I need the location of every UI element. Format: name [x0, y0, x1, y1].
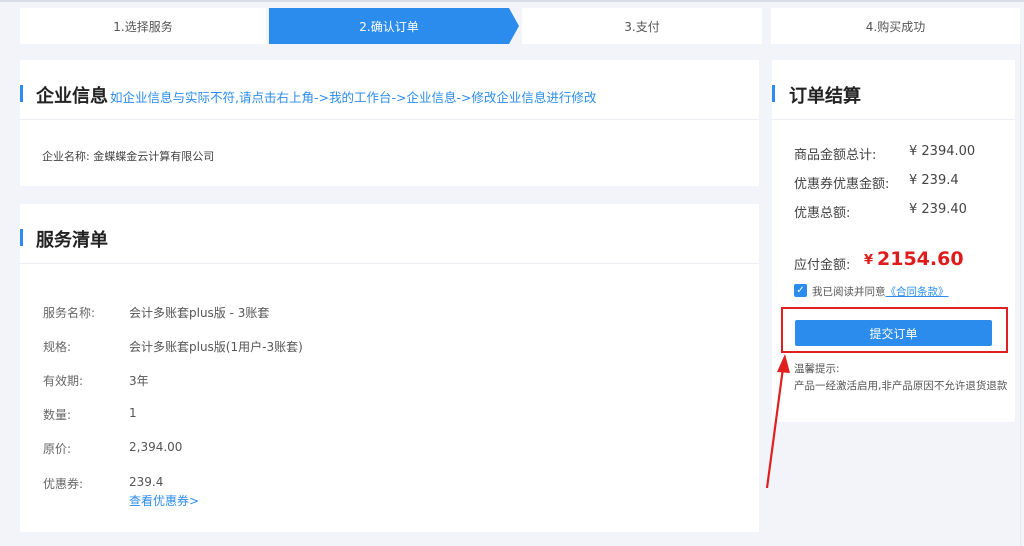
payable-amount: 2154.60: [877, 248, 964, 270]
divider: [772, 119, 1015, 120]
agree-label: 我已阅读并同意: [812, 286, 886, 298]
coupon-discount-label: 优惠券优惠金额:: [794, 177, 890, 192]
spec-label: 规格:: [43, 340, 72, 354]
step-label: 4.购买成功: [865, 19, 926, 34]
step-confirm-order: 2.确认订单: [269, 8, 509, 44]
coupon-value: 239.4: [129, 475, 164, 489]
validity-label: 有效期:: [43, 374, 84, 388]
step-success: 4.购买成功: [771, 8, 1020, 44]
step-label: 3.支付: [624, 19, 660, 34]
total-discount-label: 优惠总额:: [794, 206, 851, 221]
company-info-card: 企业信息 如企业信息与实际不符,请点击右上角->我的工作台->企业信息->修改企…: [20, 60, 759, 186]
original-price-value: 2,394.00: [129, 440, 183, 454]
original-price-label: 原价:: [43, 442, 72, 456]
validity-value: 3年: [129, 374, 149, 388]
coupon-label: 优惠券:: [43, 477, 84, 491]
step-select-service: 1.选择服务: [20, 8, 266, 44]
divider: [20, 119, 759, 120]
view-coupons-link[interactable]: 查看优惠券>: [129, 492, 199, 509]
service-name-label: 服务名称:: [43, 306, 96, 320]
agree-text: 我已阅读并同意《合同条款》: [812, 284, 949, 299]
quantity-label: 数量:: [43, 408, 72, 422]
section-marker: [20, 229, 23, 246]
service-name-value: 会计多账套plus版 - 3账套: [129, 306, 270, 320]
step-pay: 3.支付: [522, 8, 762, 44]
agree-checkbox[interactable]: ✓: [794, 284, 807, 297]
step-label: 2.确认订单: [359, 19, 419, 34]
divider: [20, 263, 759, 264]
company-info-title: 企业信息: [36, 86, 108, 107]
goods-total-label: 商品金额总计:: [794, 148, 877, 163]
submit-highlight-box: [781, 307, 1008, 353]
payable-label: 应付金额:: [794, 258, 851, 273]
section-marker: [772, 85, 775, 102]
top-rule: [0, 0, 1024, 2]
tips-title: 温馨提示:: [794, 363, 840, 375]
order-summary-title: 订单结算: [789, 86, 861, 107]
payable-currency: ¥: [864, 253, 874, 268]
step-label: 1.选择服务: [113, 19, 173, 34]
tips-text: 产品一经激活启用,非产品原因不允许退货退款: [794, 380, 1008, 392]
service-list-card: 服务清单 服务名称: 会计多账套plus版 - 3账套 规格: 会计多账套plu…: [20, 204, 759, 532]
edge-line: [1020, 44, 1021, 546]
coupon-discount-value: ¥ 239.4: [909, 173, 959, 188]
section-marker: [20, 85, 23, 102]
order-summary-card: 订单结算 商品金额总计: ¥ 2394.00 优惠券优惠金额: ¥ 239.4 …: [772, 60, 1015, 422]
company-info-hint: 如企业信息与实际不符,请点击右上角->我的工作台->企业信息->修改企业信息进行…: [110, 90, 597, 105]
goods-total-value: ¥ 2394.00: [909, 144, 976, 159]
tips: 温馨提示: 产品一经激活启用,非产品原因不允许退货退款: [794, 361, 1007, 395]
step-active-arrow: [509, 8, 519, 44]
contract-terms-link[interactable]: 《合同条款》: [886, 286, 949, 298]
company-name-label: 企业名称: 金蝶蝶金云计算有限公司: [42, 150, 215, 163]
quantity-value: 1: [129, 406, 137, 420]
spec-value: 会计多账套plus版(1用户-3账套): [129, 340, 303, 354]
order-steps: 1.选择服务 2.确认订单 3.支付 4.购买成功: [20, 8, 1020, 44]
company-name-value: 金蝶蝶金云计算有限公司: [93, 150, 215, 163]
total-discount-value: ¥ 239.40: [909, 202, 967, 217]
service-list-title: 服务清单: [36, 230, 108, 251]
